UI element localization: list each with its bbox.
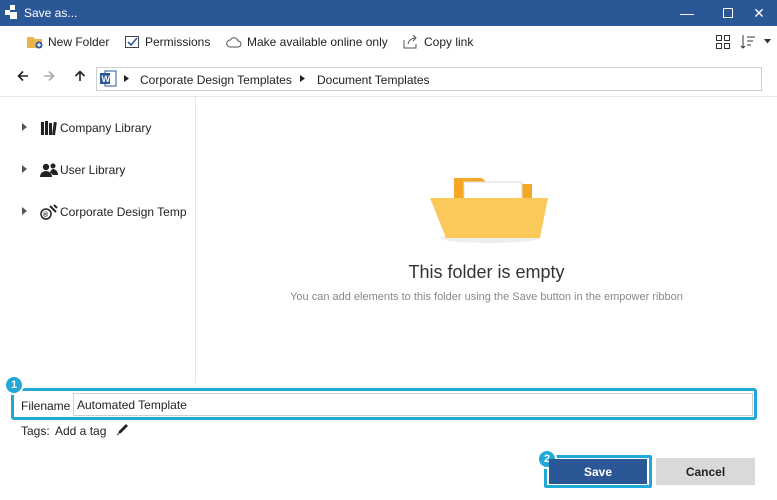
forward-button[interactable] <box>42 70 56 84</box>
maximize-icon <box>723 8 733 18</box>
expand-caret-icon[interactable] <box>22 207 27 215</box>
close-icon: ✕ <box>753 5 765 21</box>
word-icon: W <box>100 70 117 87</box>
new-folder-button[interactable]: New Folder <box>27 34 109 50</box>
arrow-left-icon <box>17 70 28 82</box>
permissions-button[interactable]: Permissions <box>125 34 210 50</box>
expand-caret-icon[interactable] <box>22 165 27 173</box>
new-folder-icon <box>27 37 43 49</box>
chevron-right-icon <box>300 75 305 82</box>
empty-folder-icon <box>430 178 548 243</box>
title-bar: Save as... — ✕ <box>0 0 777 26</box>
sidebar-item-label: User Library <box>60 163 126 177</box>
back-button[interactable] <box>16 70 30 84</box>
close-button[interactable]: ✕ <box>741 0 777 26</box>
minimize-button[interactable]: — <box>669 0 705 26</box>
tags-label: Tags: <box>21 424 50 438</box>
arrow-up-icon <box>74 70 86 81</box>
sidebar-item-user-library[interactable]: User Library <box>0 160 195 180</box>
permissions-icon <box>125 36 139 48</box>
permissions-label: Permissions <box>145 35 211 49</box>
offline-button[interactable]: Make available online only <box>226 34 388 50</box>
cancel-button[interactable]: Cancel <box>656 458 755 485</box>
add-tag-link[interactable]: Add a tag <box>55 424 106 438</box>
svg-text:®: ® <box>43 211 49 219</box>
offline-label: Make available online only <box>247 35 388 49</box>
callout-badge-1: 1 <box>4 375 24 395</box>
grid-view-icon[interactable] <box>716 35 730 49</box>
svg-text:W: W <box>102 74 111 84</box>
filename-label: Filename <box>21 399 71 413</box>
file-list-area <box>196 96 777 383</box>
new-folder-label: New Folder <box>48 35 110 49</box>
arrow-right-icon <box>44 70 55 82</box>
address-bar[interactable]: W Corporate Design Templates Document Te… <box>96 67 762 91</box>
minimize-icon: — <box>680 5 694 21</box>
sidebar-item-company-library[interactable]: Company Library <box>0 118 195 138</box>
copy-link-button[interactable]: Copy link <box>403 34 473 50</box>
pencil-icon[interactable] <box>116 422 130 436</box>
cloud-icon <box>226 37 242 48</box>
window-title: Save as... <box>24 6 78 20</box>
breadcrumb-item[interactable]: Corporate Design Templates <box>140 73 292 87</box>
empty-state-title: This folder is empty <box>408 262 565 282</box>
chevron-right-icon <box>124 75 129 82</box>
sidebar: Company Library User Library ® Corporate… <box>0 96 196 383</box>
save-button[interactable]: Save <box>549 459 647 484</box>
sidebar-item-label: Corporate Design Temp <box>60 205 187 219</box>
chevron-down-icon[interactable] <box>764 39 771 44</box>
sidebar-item-label: Company Library <box>60 121 152 135</box>
filename-input[interactable] <box>73 393 753 416</box>
tools-icon: ® <box>40 204 58 220</box>
up-button[interactable] <box>73 70 87 84</box>
users-icon <box>40 163 58 177</box>
app-icon <box>5 5 17 19</box>
sort-icon[interactable] <box>740 34 756 50</box>
expand-caret-icon[interactable] <box>22 123 27 131</box>
share-icon <box>403 35 417 49</box>
copy-link-label: Copy link <box>424 35 474 49</box>
books-icon <box>41 121 57 136</box>
sidebar-item-corporate-design[interactable]: ® Corporate Design Temp <box>0 202 195 222</box>
empty-state-subtitle: You can add elements to this folder usin… <box>290 291 683 303</box>
toolbar: New Folder Permissions Make available on… <box>0 26 777 59</box>
breadcrumb-item[interactable]: Document Templates <box>317 73 430 87</box>
